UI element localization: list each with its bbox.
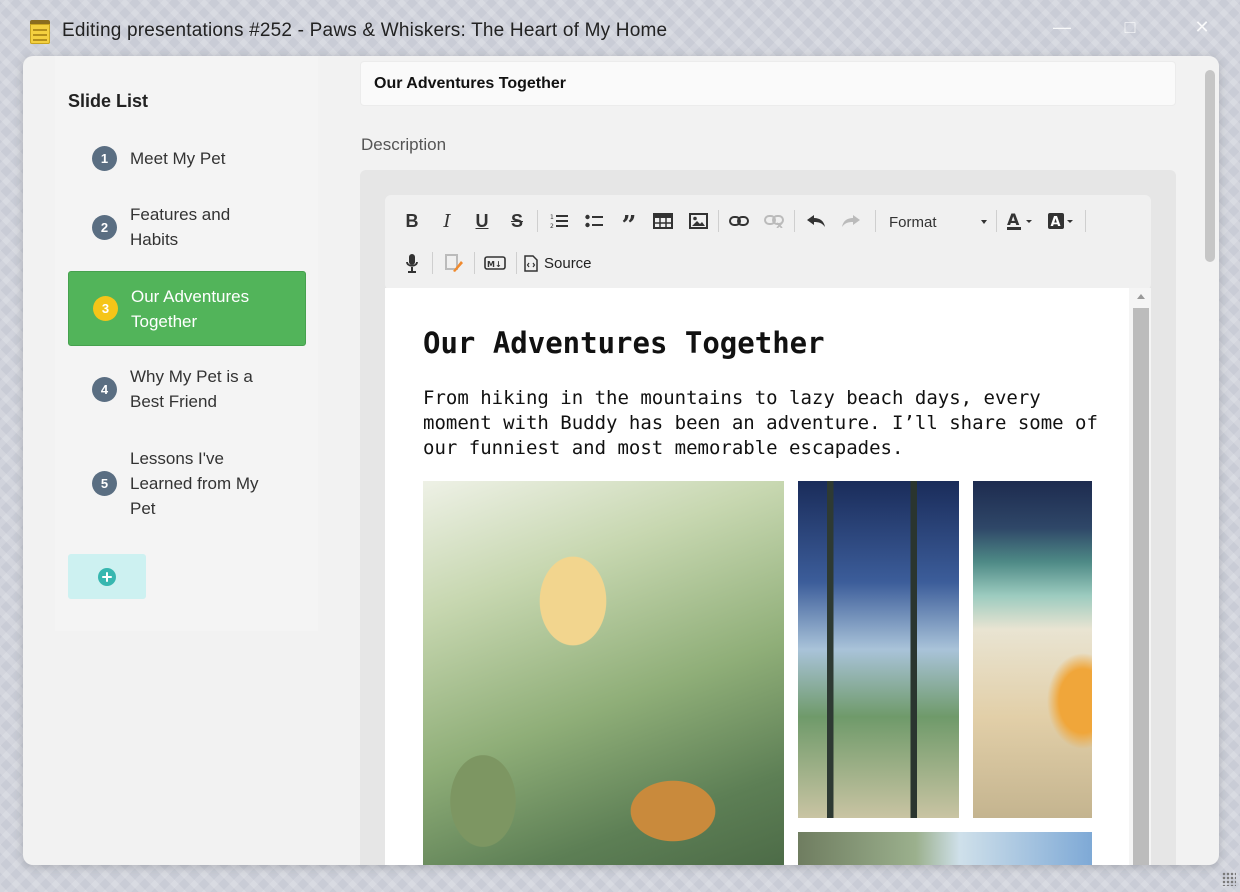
editor-window: Slide List 1 Meet My Pet 2 Features and … xyxy=(23,56,1219,865)
clear-formatting-icon[interactable] xyxy=(442,249,466,277)
description-label: Description xyxy=(361,135,447,154)
table-icon[interactable] xyxy=(651,207,675,235)
unlink-icon[interactable] xyxy=(762,207,786,235)
close-button[interactable]: ✕ xyxy=(1187,14,1217,40)
svg-text:1: 1 xyxy=(550,214,554,221)
slide-item-3[interactable]: 3 Our Adventures Together xyxy=(68,271,306,346)
beach-campfire-image[interactable] xyxy=(973,481,1092,818)
format-dropdown-label: Format xyxy=(889,213,937,231)
resize-grip-icon[interactable] xyxy=(1222,872,1236,886)
slide-number-badge: 5 xyxy=(92,470,117,496)
slide-item-label: Why My Pet is a Best Friend xyxy=(130,367,253,411)
svg-text:M↓: M↓ xyxy=(487,260,502,269)
content-paragraph: From hiking in the mountains to lazy bea… xyxy=(423,387,1098,459)
page-scrollbar-thumb[interactable] xyxy=(1205,70,1215,262)
rich-text-editor: B I U S 12 ” Format A A M↓ Source Our Ad… xyxy=(360,170,1176,865)
slide-item-label: Lessons I've Learned from My Pet xyxy=(130,448,259,518)
scroll-up-arrow-icon[interactable] xyxy=(1137,294,1145,299)
content-scrollbar[interactable] xyxy=(1129,288,1151,865)
slide-list-panel: Slide List 1 Meet My Pet 2 Features and … xyxy=(55,56,318,631)
undo-icon[interactable] xyxy=(803,207,829,235)
content-heading: Our Adventures Together xyxy=(423,326,825,360)
underline-icon[interactable]: U xyxy=(471,207,493,235)
bullet-list-icon[interactable] xyxy=(582,207,606,235)
toolbar-separator xyxy=(718,210,719,232)
lake-landscape-image[interactable] xyxy=(798,832,1092,865)
slide-list-heading: Slide List xyxy=(68,91,149,111)
svg-text:A: A xyxy=(1007,211,1020,229)
source-code-icon xyxy=(524,254,538,272)
source-button-label: Source xyxy=(544,254,592,272)
slide-number-badge: 3 xyxy=(93,296,118,321)
link-icon[interactable] xyxy=(727,207,751,235)
svg-text:2: 2 xyxy=(550,223,554,229)
source-button[interactable]: Source xyxy=(524,249,604,277)
slide-item-label: Our Adventures Together xyxy=(131,286,250,331)
editor-toolbar: B I U S 12 ” Format A A M↓ Source xyxy=(385,195,1151,290)
editor-content-area[interactable]: Our Adventures Together From hiking in t… xyxy=(385,288,1129,865)
slide-item-5[interactable]: 5 Lessons I've Learned from My Pet xyxy=(68,444,306,522)
toolbar-separator xyxy=(474,252,475,274)
markdown-icon[interactable]: M↓ xyxy=(482,249,508,277)
bold-icon[interactable]: B xyxy=(401,207,423,235)
numbered-list-icon[interactable]: 12 xyxy=(547,207,571,235)
plus-circle-icon xyxy=(98,567,116,586)
slide-item-label: Meet My Pet xyxy=(130,148,226,168)
toolbar-separator xyxy=(516,252,517,274)
svg-text:A: A xyxy=(1051,215,1061,230)
strikethrough-icon[interactable]: S xyxy=(506,207,528,235)
notepad-app-icon xyxy=(30,20,50,44)
slide-item-1[interactable]: 1 Meet My Pet xyxy=(68,143,306,173)
add-slide-button[interactable] xyxy=(68,554,146,599)
slide-number-badge: 2 xyxy=(92,214,117,240)
blockquote-icon[interactable]: ” xyxy=(617,207,641,241)
toolbar-separator xyxy=(1085,210,1086,232)
maximize-button[interactable]: □ xyxy=(1115,14,1145,40)
toolbar-separator xyxy=(875,210,876,232)
title-bar: Editing presentations #252 - Paws & Whis… xyxy=(0,0,1240,56)
text-color-icon[interactable]: A xyxy=(1004,207,1038,235)
slide-item-2[interactable]: 2 Features and Habits xyxy=(68,201,306,253)
page-scrollbar[interactable] xyxy=(1203,66,1217,861)
slide-number-badge: 1 xyxy=(92,145,117,171)
toolbar-separator xyxy=(537,210,538,232)
slide-item-4[interactable]: 4 Why My Pet is a Best Friend xyxy=(68,363,306,415)
minimize-button[interactable]: — xyxy=(1047,14,1077,40)
chevron-down-icon xyxy=(981,220,987,224)
slide-number-badge: 4 xyxy=(92,376,117,402)
toolbar-separator xyxy=(996,210,997,232)
toolbar-separator xyxy=(794,210,795,232)
background-color-icon[interactable]: A xyxy=(1045,207,1079,235)
slide-title-input[interactable] xyxy=(360,61,1176,106)
microphone-icon[interactable] xyxy=(401,249,423,277)
content-scrollbar-thumb[interactable] xyxy=(1133,308,1149,865)
format-dropdown[interactable]: Format xyxy=(883,209,991,235)
forest-path-night-image[interactable] xyxy=(798,481,959,818)
slide-item-label: Features and Habits xyxy=(130,205,231,249)
boy-and-dog-hiking-image[interactable] xyxy=(423,481,784,865)
italic-icon[interactable]: I xyxy=(436,207,458,235)
toolbar-separator xyxy=(432,252,433,274)
window-title: Editing presentations #252 - Paws & Whis… xyxy=(62,20,668,41)
image-icon[interactable] xyxy=(686,207,710,235)
redo-icon[interactable] xyxy=(838,207,864,235)
